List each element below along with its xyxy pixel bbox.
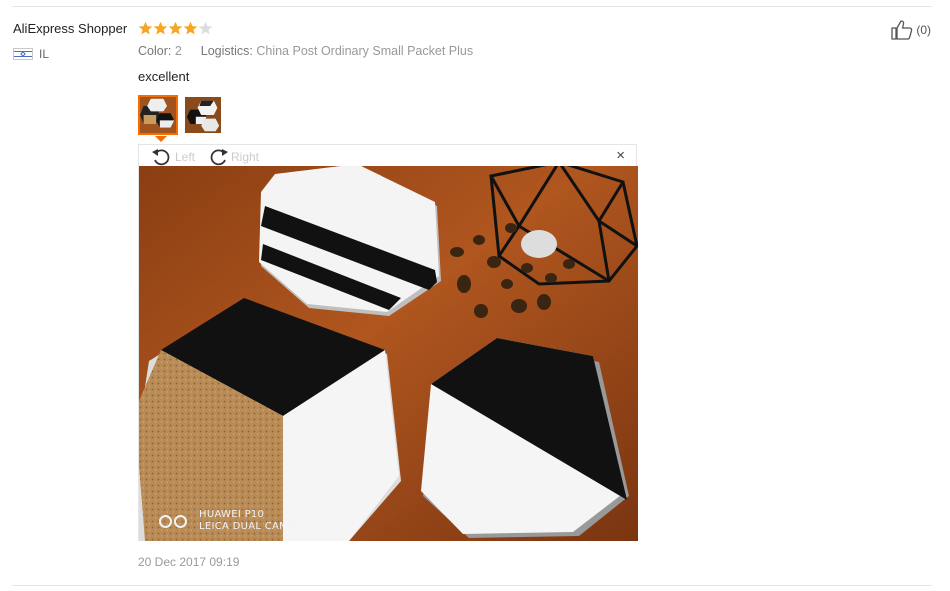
thumbnail-image [185,97,221,133]
image-viewer: Left Right × HUAWEI P10 LEICA DUAL CAMER… [138,144,638,541]
thumbs-up-icon [891,20,913,40]
rotate-left-button[interactable]: Left [151,147,195,167]
star-filled-icon [183,21,198,35]
review-thumbnail[interactable] [183,95,223,135]
rotate-left-label: Left [175,150,196,164]
review-image-thumbnails [138,95,228,135]
country-code: IL [39,47,50,61]
thumbnail-image [140,97,176,133]
attr-color-key: Color: [138,44,172,58]
helpful-button[interactable]: (0) [891,20,931,40]
review-thumbnail[interactable] [138,95,178,135]
reviewer-name: AliExpress Shopper [13,21,128,36]
feedback-text: excellent [138,69,190,84]
close-icon[interactable]: × [616,148,625,163]
rating-stars [138,21,213,37]
rotate-right-button[interactable]: Right [207,147,259,167]
watermark-line2: LEICA DUAL CAMERA [199,521,309,532]
star-empty-icon [198,21,213,35]
rotate-right-icon [210,149,228,166]
star-filled-icon [138,21,153,35]
reviewer-country: IL [13,47,49,61]
rotate-right-label: Right [231,150,260,164]
attr-logistics-key: Logistics: [200,44,253,58]
attr-color-value: 2 [174,44,182,58]
top-divider [12,6,932,7]
watermark-line1: HUAWEI P10 [199,509,265,520]
order-attributes: Color: 2 Logistics: China Post Ordinary … [138,44,473,58]
review-photo: HUAWEI P10 LEICA DUAL CAMERA [139,166,638,541]
review-date: 20 Dec 2017 09:19 [138,555,240,569]
star-filled-icon [153,21,168,35]
attr-logistics-value: China Post Ordinary Small Packet Plus [256,44,474,58]
camera-watermark: HUAWEI P10 LEICA DUAL CAMERA [199,509,309,533]
star-filled-icon [168,21,183,35]
photo-image [139,166,638,541]
helpful-count: (0) [916,23,931,37]
rotate-left-icon [152,149,170,166]
israel-flag-icon [13,48,33,60]
bottom-divider [12,585,932,586]
active-thumbnail-indicator [155,136,167,142]
watermark-logo [159,515,189,528]
